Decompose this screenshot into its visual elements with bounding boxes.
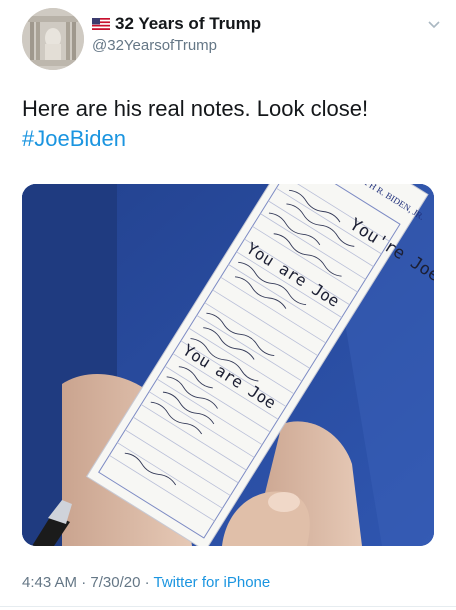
notecard-photo: JOSEPH R. BIDEN, JR. You're Joe You are …	[22, 184, 434, 546]
chevron-down-icon[interactable]	[426, 16, 442, 32]
tweet-date[interactable]: 7/30/20	[90, 574, 140, 591]
display-name[interactable]: 32 Years of Trump	[115, 14, 261, 34]
tweet-line: Here are his real notes. Look close!	[22, 96, 369, 121]
lincoln-memorial-avatar	[22, 8, 84, 70]
divider	[0, 606, 456, 607]
tweet-meta: 4:43 AM · 7/30/20 · Twitter for iPhone	[22, 574, 270, 591]
separator: ·	[77, 574, 91, 591]
tweet-header: 32 Years of Trump @32YearsofTrump	[22, 8, 442, 70]
tweet-photo[interactable]: JOSEPH R. BIDEN, JR. You're Joe You are …	[22, 184, 434, 546]
hashtag-link[interactable]: #JoeBiden	[22, 124, 442, 154]
tweet-time[interactable]: 4:43 AM	[22, 574, 77, 591]
user-handle[interactable]: @32YearsofTrump	[92, 37, 261, 54]
us-flag-icon	[92, 18, 110, 30]
avatar[interactable]	[22, 8, 84, 70]
separator: ·	[140, 574, 154, 591]
tweet-source[interactable]: Twitter for iPhone	[154, 574, 271, 591]
tweet-text: Here are his real notes. Look close! #Jo…	[22, 94, 442, 154]
